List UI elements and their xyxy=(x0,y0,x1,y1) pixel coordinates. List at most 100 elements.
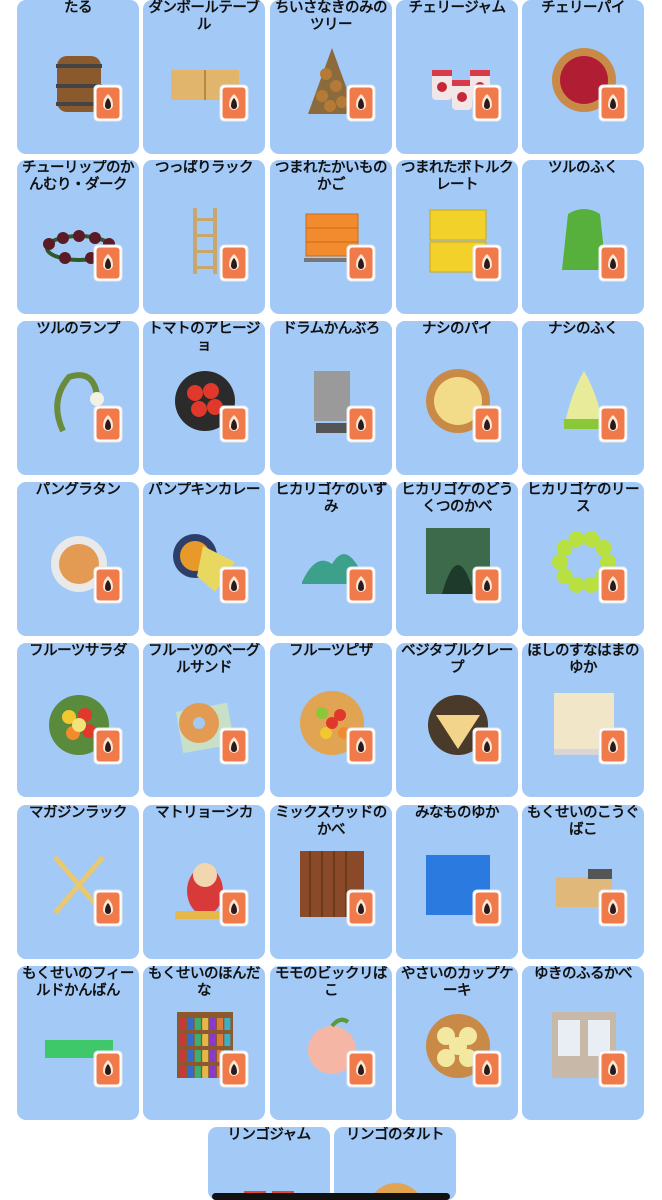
recipe-card[interactable]: つまれたかいものかご xyxy=(270,160,392,314)
recipe-card-label: つまれたボトルクレート xyxy=(401,160,514,193)
recipe-card-label: つっぱりラック xyxy=(155,160,254,176)
recipe-card[interactable]: フルーツピザ xyxy=(270,643,392,797)
recipe-card-icon xyxy=(93,84,123,122)
recipe-card-icon xyxy=(472,244,502,282)
recipe-card[interactable]: ドラムかんぶろ xyxy=(270,321,392,475)
recipe-card-label: パングラタン xyxy=(35,482,121,498)
recipe-card-icon xyxy=(93,566,123,604)
recipe-card[interactable]: パンプキンカレー xyxy=(143,482,265,636)
recipe-card[interactable]: ベジタブルクレープ xyxy=(396,643,518,797)
recipe-card[interactable]: ダンボールテーブル xyxy=(143,0,265,154)
recipe-card[interactable]: やさいのカップケーキ xyxy=(396,966,518,1120)
recipe-card[interactable]: ほしのすなはまのゆか xyxy=(522,643,644,797)
recipe-card[interactable]: チェリージャム xyxy=(396,0,518,154)
recipe-card-label: チューリップのかんむり・ダーク xyxy=(22,160,135,193)
recipe-card-label: ほしのすなはまのゆか xyxy=(527,643,640,676)
recipe-card-icon xyxy=(346,84,376,122)
recipe-card[interactable]: みなものゆか xyxy=(396,805,518,959)
recipe-card-icon xyxy=(598,244,628,282)
recipe-card-label: ゆきのふるかべ xyxy=(534,966,633,982)
recipe-card-icon xyxy=(472,84,502,122)
recipe-card-label: ツルのふく xyxy=(548,160,619,176)
recipe-card[interactable]: パングラタン xyxy=(17,482,139,636)
recipe-card[interactable]: ミックスウッドのかべ xyxy=(270,805,392,959)
recipe-card[interactable]: ちいさなきのみのツリー xyxy=(270,0,392,154)
recipe-card[interactable]: ナシのパイ xyxy=(396,321,518,475)
recipe-card[interactable]: ヒカリゴケのいずみ xyxy=(270,482,392,636)
recipe-card-icon xyxy=(219,405,249,443)
recipe-card-label: チェリーパイ xyxy=(541,0,625,16)
recipe-card-label: やさいのカップケーキ xyxy=(401,966,514,999)
recipe-card-label: つまれたかいものかご xyxy=(275,160,388,193)
recipe-card-label: もくせいのフィールドかんばん xyxy=(22,966,134,999)
recipe-card[interactable]: トマトのアヒージョ xyxy=(143,321,265,475)
recipe-card-icon xyxy=(346,889,376,927)
recipe-card-icon xyxy=(93,244,123,282)
recipe-card-label: みなものゆか xyxy=(415,805,500,821)
recipe-card-label: ヒカリゴケのリース xyxy=(527,482,640,515)
recipe-card[interactable]: ツルのふく xyxy=(522,160,644,314)
recipe-card-label: マガジンラック xyxy=(29,805,128,821)
recipe-card[interactable]: リンゴジャム xyxy=(208,1127,330,1200)
recipe-card-icon xyxy=(93,1050,123,1088)
recipe-card-icon xyxy=(598,727,628,765)
recipe-card-label: フルーツピザ xyxy=(289,643,373,659)
recipe-card[interactable]: フルーツサラダ xyxy=(17,643,139,797)
recipe-card-icon xyxy=(346,1050,376,1088)
recipe-card-label: フルーツサラダ xyxy=(29,643,127,659)
recipe-card[interactable]: モモのビックリばこ xyxy=(270,966,392,1120)
recipe-card[interactable]: ヒカリゴケのどうくつのかべ xyxy=(396,482,518,636)
recipe-card-icon xyxy=(346,405,376,443)
recipe-card-icon xyxy=(472,405,502,443)
recipe-card[interactable]: ゆきのふるかべ xyxy=(522,966,644,1120)
recipe-card[interactable]: もくせいのこうぐばこ xyxy=(522,805,644,959)
recipe-card-icon xyxy=(219,566,249,604)
recipe-card-label: ちいさなきのみのツリー xyxy=(275,0,388,33)
recipe-card-icon xyxy=(93,405,123,443)
recipe-card[interactable]: ヒカリゴケのリース xyxy=(522,482,644,636)
recipe-card[interactable]: もくせいのフィールドかんばん xyxy=(17,966,139,1120)
recipe-card-icon xyxy=(472,727,502,765)
recipe-card-icon xyxy=(472,889,502,927)
recipe-card[interactable]: チューリップのかんむり・ダーク xyxy=(17,160,139,314)
recipe-card[interactable]: リンゴのタルト xyxy=(334,1127,456,1200)
recipe-card-label: ドラムかんぶろ xyxy=(282,321,380,337)
recipe-card-icon xyxy=(219,244,249,282)
recipe-card[interactable]: マガジンラック xyxy=(17,805,139,959)
recipe-card-label: ミックスウッドのかべ xyxy=(275,805,387,838)
recipe-card[interactable]: フルーツのベーグルサンド xyxy=(143,643,265,797)
recipe-card[interactable]: つまれたボトルクレート xyxy=(396,160,518,314)
recipe-card-icon xyxy=(598,84,628,122)
recipe-card-label: トマトのアヒージョ xyxy=(148,321,260,354)
recipe-card-icon xyxy=(346,727,376,765)
recipe-card-label: パンプキンカレー xyxy=(148,482,260,498)
recipe-card[interactable]: もくせいのほんだな xyxy=(143,966,265,1120)
recipe-card[interactable]: たる xyxy=(17,0,139,154)
recipe-card[interactable]: ナシのふく xyxy=(522,321,644,475)
recipe-card-label: ダンボールテーブル xyxy=(148,0,260,33)
recipe-card-icon xyxy=(346,244,376,282)
recipe-card-label: ベジタブルクレープ xyxy=(401,643,513,676)
recipe-card-icon xyxy=(219,889,249,927)
recipe-card-label: ツルのランプ xyxy=(36,321,120,337)
recipe-card[interactable]: つっぱりラック xyxy=(143,160,265,314)
recipe-card-label: モモのビックリばこ xyxy=(275,966,388,999)
recipe-card-label: ナシのパイ xyxy=(422,321,493,337)
recipe-card[interactable]: チェリーパイ xyxy=(522,0,644,154)
recipe-card-label: チェリージャム xyxy=(408,0,506,16)
recipe-card-icon xyxy=(472,566,502,604)
recipe-card-label: フルーツのベーグルサンド xyxy=(148,643,260,676)
recipe-card-icon xyxy=(598,1050,628,1088)
recipe-card-label: リンゴのタルト xyxy=(346,1127,445,1143)
recipe-card-icon xyxy=(598,889,628,927)
recipe-card-icon xyxy=(219,1050,249,1088)
recipe-card-label: たる xyxy=(64,0,93,16)
recipe-card-icon xyxy=(93,727,123,765)
recipe-card-icon xyxy=(598,405,628,443)
recipe-card-icon xyxy=(93,889,123,927)
recipe-card-label: もくせいのほんだな xyxy=(148,966,261,999)
recipe-card[interactable]: マトリョーシカ xyxy=(143,805,265,959)
recipe-card-label: リンゴジャム xyxy=(227,1127,311,1143)
recipe-card[interactable]: ツルのランプ xyxy=(17,321,139,475)
recipe-card-label: マトリョーシカ xyxy=(155,805,253,821)
